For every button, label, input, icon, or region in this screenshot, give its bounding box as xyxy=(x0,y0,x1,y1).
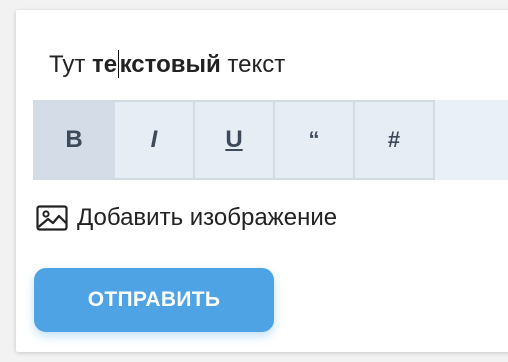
image-icon xyxy=(36,205,68,231)
editor-text-plain: Тут xyxy=(49,51,92,78)
add-image-link[interactable]: Добавить изображение xyxy=(36,204,337,232)
editor-text-bold-end: кстовый xyxy=(119,51,221,78)
editor-text-bold-start: те xyxy=(91,51,118,78)
underline-button[interactable]: U xyxy=(193,100,275,180)
quote-button[interactable]: “ xyxy=(273,100,355,180)
bold-button[interactable]: B xyxy=(33,100,115,180)
text-editor[interactable]: Тут те кстовый текст xyxy=(49,50,285,80)
submit-button[interactable]: ОТПРАВИТЬ xyxy=(34,268,274,332)
add-image-label: Добавить изображение xyxy=(77,204,338,231)
editor-text-plain-end: текст xyxy=(220,51,286,78)
italic-button[interactable]: I xyxy=(113,100,195,180)
composer-card: Тут те кстовый текст B I U “ # Добавить и… xyxy=(16,10,508,352)
formatting-toolbar: B I U “ # xyxy=(33,100,508,180)
hashtag-button[interactable]: # xyxy=(353,100,435,180)
